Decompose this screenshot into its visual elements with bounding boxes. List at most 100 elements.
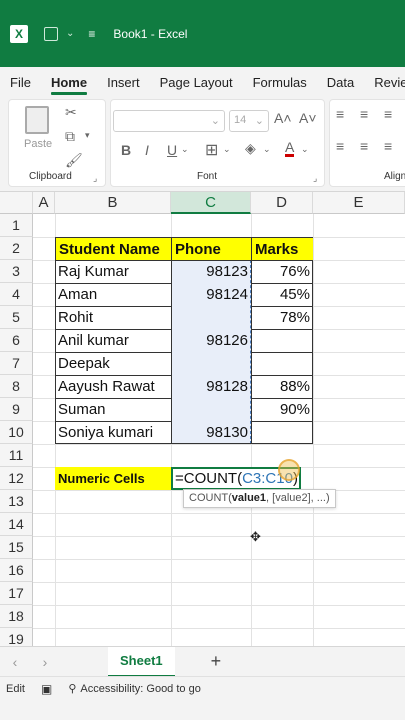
align-middle-icon[interactable]: ≡ [360,106,368,122]
row-header[interactable]: 12 [0,467,33,490]
cell-d10[interactable] [251,421,313,444]
cell-b6[interactable]: Anil kumar [55,329,171,352]
format-painter-icon[interactable]: 🖌 [65,152,83,169]
cell-c4[interactable]: 98124 [171,283,251,306]
function-tooltip[interactable]: COUNT(value1, [value2], ...) [183,489,336,508]
cell-b12[interactable]: Numeric Cells [55,467,171,490]
decrease-font-icon[interactable]: A˅ [299,110,317,126]
cell-c3[interactable]: 98123 [171,260,251,283]
tab-home[interactable]: Home [41,67,97,97]
bold-icon[interactable]: B [121,142,131,158]
cell-b4[interactable]: Aman [55,283,171,306]
row-header[interactable]: 2 [0,237,33,260]
paste-label[interactable]: Paste [24,138,52,150]
row-header[interactable]: 15 [0,536,33,559]
tab-file[interactable]: File [0,67,41,97]
accessibility-icon[interactable]: ⚲ [68,682,76,695]
tab-formulas[interactable]: Formulas [243,67,317,97]
align-center-icon[interactable]: ≡ [360,138,368,154]
cell-c10[interactable]: 98130 [171,421,251,444]
cell-c6[interactable]: 98126 [171,329,251,352]
row-header[interactable]: 11 [0,444,33,467]
select-all-corner[interactable] [0,192,33,214]
chevron-down-icon[interactable]: ⌄ [263,144,271,155]
cell-d2[interactable]: Marks [252,238,313,260]
save-icon[interactable] [44,26,58,41]
cell-c2[interactable]: Phone [172,238,251,260]
cell-c8[interactable]: 98128 [171,375,251,398]
cell-d7[interactable] [251,352,313,375]
tab-data[interactable]: Data [317,67,364,97]
cell-c5[interactable] [171,306,251,329]
macro-record-icon[interactable]: ▣ [41,682,52,696]
row-header[interactable]: 18 [0,605,33,628]
cell-c9[interactable] [171,398,251,421]
font-size-dropdown[interactable]: 14 ⌄ [229,110,269,132]
chevron-left-icon[interactable]: ‹ [0,654,30,670]
add-sheet-icon[interactable]: + [211,651,222,672]
align-top-icon[interactable]: ≡ [336,106,344,122]
cell-d6[interactable] [251,329,313,352]
copy-dropdown-icon[interactable]: ▾ [85,130,90,141]
chevron-down-icon[interactable]: ⌄ [301,144,309,155]
cell-d4[interactable]: 45% [251,283,313,306]
align-left-icon[interactable]: ≡ [336,138,344,154]
dialog-launcher-icon[interactable]: ⌟ [313,173,317,184]
row-header[interactable]: 3 [0,260,33,283]
font-name-dropdown[interactable]: ⌄ [113,110,225,132]
borders-icon[interactable]: ⊞ [205,140,218,160]
font-color-icon[interactable]: A [285,140,295,157]
cell-b9[interactable]: Suman [55,398,171,421]
dialog-launcher-icon[interactable]: ⌟ [93,173,97,184]
cell-d9[interactable]: 90% [251,398,313,421]
cell-d8[interactable]: 88% [251,375,313,398]
underline-icon[interactable]: U [167,142,177,158]
chevron-down-icon[interactable]: ⌄ [181,144,189,155]
row-header[interactable]: 9 [0,398,33,421]
row-header[interactable]: 5 [0,306,33,329]
cell-d3[interactable]: 76% [251,260,313,283]
cell-d5[interactable]: 78% [251,306,313,329]
accessibility-status[interactable]: Accessibility: Good to go [80,683,200,695]
column-header-e[interactable]: E [313,192,405,214]
chevron-down-icon[interactable]: ⌄ [223,144,231,155]
column-header-c[interactable]: C [171,192,251,214]
row-header[interactable]: 13 [0,490,33,513]
cut-icon[interactable]: ✂ [65,104,77,121]
cell-b10[interactable]: Soniya kumari [55,421,171,444]
column-header-d[interactable]: D [251,192,313,214]
row-header[interactable]: 14 [0,513,33,536]
column-header-a[interactable]: A [33,192,55,214]
row-header[interactable]: 6 [0,329,33,352]
cell-b8[interactable]: Aayush Rawat [55,375,171,398]
row-header[interactable]: 10 [0,421,33,444]
cell-b2[interactable]: Student Name [56,238,171,260]
column-header-b[interactable]: B [55,192,171,214]
row-header[interactable]: 17 [0,582,33,605]
cell-b7[interactable]: Deepak [55,352,171,375]
fill-color-icon[interactable]: ◈ [245,140,256,157]
tab-insert[interactable]: Insert [97,67,150,97]
align-right-icon[interactable]: ≡ [384,138,392,154]
row-header[interactable]: 1 [0,214,33,237]
cell-c7[interactable] [171,352,251,375]
row-header[interactable]: 16 [0,559,33,582]
row-header[interactable]: 8 [0,375,33,398]
copy-icon[interactable]: ⧉ [65,128,75,145]
tab-review[interactable]: Review [364,67,405,97]
increase-font-icon[interactable]: A˄ [274,110,292,126]
cell-b5[interactable]: Rohit [55,306,171,329]
paste-icon[interactable] [25,106,49,134]
cell-b3[interactable]: Raj Kumar [55,260,171,283]
align-bottom-icon[interactable]: ≡ [384,106,392,122]
row-header[interactable]: 4 [0,283,33,306]
spreadsheet-grid[interactable]: A B C D E 1 2 3 4 5 6 7 8 9 10 11 12 13 … [0,192,405,651]
customize-quick-access-icon[interactable]: ≡ [88,27,95,41]
ribbon: Paste ✂ ⧉ ▾ 🖌 Clipboard ⌟ ⌄ 14 ⌄ A˄ A˅ B … [0,97,405,192]
sheet-tab-sheet1[interactable]: Sheet1 [108,646,175,677]
tab-page-layout[interactable]: Page Layout [150,67,243,97]
italic-icon[interactable]: I [145,142,149,158]
chevron-right-icon[interactable]: › [30,654,60,670]
row-header[interactable]: 7 [0,352,33,375]
chevron-down-icon[interactable]: ⌄ [66,28,74,39]
